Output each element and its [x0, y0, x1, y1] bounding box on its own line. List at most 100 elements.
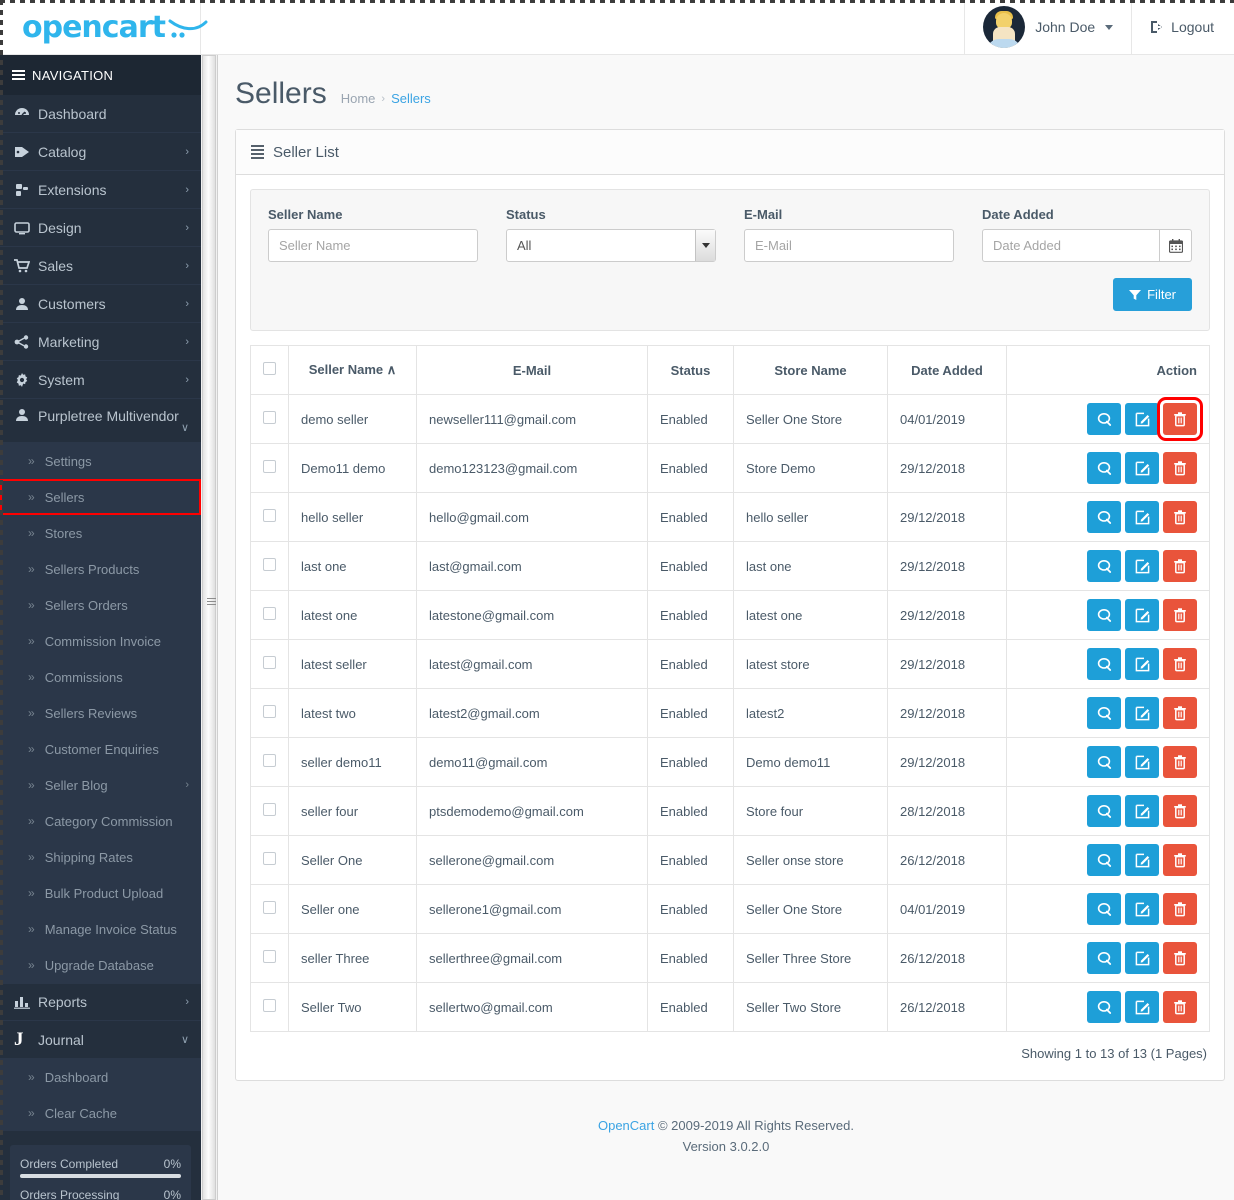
comment-icon-button[interactable]: [1087, 942, 1121, 974]
row-checkbox[interactable]: [263, 607, 276, 620]
sidebar-item-sales[interactable]: Sales ›: [0, 247, 201, 285]
row-checkbox[interactable]: [263, 705, 276, 718]
comment-icon-button[interactable]: [1087, 844, 1121, 876]
sidebar-subitem-commission-invoice[interactable]: » Commission Invoice: [0, 623, 201, 659]
comment-icon-button[interactable]: [1087, 452, 1121, 484]
comment-icon-button[interactable]: [1087, 648, 1121, 680]
table-header-row: Seller Name ∧ E-Mail Status Store Name D…: [250, 345, 1210, 395]
sidebar-subitem-commissions[interactable]: » Commissions: [0, 659, 201, 695]
row-checkbox[interactable]: [263, 754, 276, 767]
row-checkbox[interactable]: [263, 411, 276, 424]
sidebar-subitem-journal-clear-cache[interactable]: » Clear Cache: [0, 1095, 201, 1131]
sidebar-item-marketing[interactable]: Marketing ›: [0, 323, 201, 361]
sidebar-scrollbar[interactable]: [201, 55, 218, 1200]
comment-icon-button[interactable]: [1087, 403, 1121, 435]
edit-icon-button[interactable]: [1125, 893, 1159, 925]
seller-name-input[interactable]: [268, 229, 478, 262]
scrollbar-thumb[interactable]: [202, 55, 216, 1200]
column-header-status[interactable]: Status: [647, 345, 734, 395]
comment-icon-button[interactable]: [1087, 697, 1121, 729]
sidebar-item-catalog[interactable]: Catalog ›: [0, 133, 201, 171]
row-checkbox[interactable]: [263, 999, 276, 1012]
user-menu[interactable]: John Doe: [964, 0, 1131, 55]
sidebar-subitem-sellers-orders[interactable]: » Sellers Orders: [0, 587, 201, 623]
logo[interactable]: opencart: [0, 0, 208, 55]
comment-icon-button[interactable]: [1087, 501, 1121, 533]
date-added-input[interactable]: [982, 229, 1161, 262]
sidebar-item-system[interactable]: System ›: [0, 361, 201, 399]
column-header-email[interactable]: E-Mail: [416, 345, 648, 395]
trash-icon-button[interactable]: [1163, 844, 1197, 876]
row-checkbox[interactable]: [263, 558, 276, 571]
sidebar-item-design[interactable]: Design ›: [0, 209, 201, 247]
row-checkbox[interactable]: [263, 656, 276, 669]
comment-icon-button[interactable]: [1087, 746, 1121, 778]
edit-icon-button[interactable]: [1125, 991, 1159, 1023]
sidebar-item-purpletree-multivendor[interactable]: Purpletree Multivendor ∨: [0, 399, 201, 443]
trash-icon-button[interactable]: [1163, 599, 1197, 631]
logout-button[interactable]: Logout: [1131, 0, 1234, 55]
sidebar-subitem-bulk-product-upload[interactable]: » Bulk Product Upload: [0, 875, 201, 911]
sidebar-item-dashboard[interactable]: Dashboard: [0, 95, 201, 133]
sidebar-item-extensions[interactable]: Extensions ›: [0, 171, 201, 209]
sidebar-subitem-upgrade-database[interactable]: » Upgrade Database: [0, 947, 201, 983]
row-checkbox[interactable]: [263, 852, 276, 865]
edit-icon-button[interactable]: [1125, 452, 1159, 484]
column-header-date-added[interactable]: Date Added: [887, 345, 1007, 395]
breadcrumb-home[interactable]: Home: [341, 91, 376, 106]
row-checkbox[interactable]: [263, 950, 276, 963]
edit-icon-button[interactable]: [1125, 697, 1159, 729]
trash-icon-button[interactable]: [1163, 550, 1197, 582]
opencart-link[interactable]: OpenCart: [598, 1118, 654, 1133]
trash-icon-button[interactable]: [1163, 697, 1197, 729]
sidebar-subitem-category-commission[interactable]: » Category Commission: [0, 803, 201, 839]
select-all-checkbox[interactable]: [263, 362, 276, 375]
row-checkbox[interactable]: [263, 803, 276, 816]
trash-icon-button[interactable]: [1163, 991, 1197, 1023]
row-checkbox[interactable]: [263, 901, 276, 914]
sidebar-subitem-settings[interactable]: » Settings: [0, 443, 201, 479]
trash-icon-button[interactable]: [1157, 397, 1203, 441]
breadcrumb-sellers[interactable]: Sellers: [391, 91, 431, 106]
sidebar-subitem-shipping-rates[interactable]: » Shipping Rates: [0, 839, 201, 875]
edit-icon-button[interactable]: [1125, 648, 1159, 680]
sidebar-subitem-sellers-reviews[interactable]: » Sellers Reviews: [0, 695, 201, 731]
edit-icon-button[interactable]: [1125, 844, 1159, 876]
sidebar-subitem-sellers-products[interactable]: » Sellers Products: [0, 551, 201, 587]
sidebar-subitem-stores[interactable]: » Stores: [0, 515, 201, 551]
comment-icon-button[interactable]: [1087, 991, 1121, 1023]
trash-icon-button[interactable]: [1163, 942, 1197, 974]
trash-icon-button[interactable]: [1163, 746, 1197, 778]
edit-icon-button[interactable]: [1125, 501, 1159, 533]
comment-icon-button[interactable]: [1087, 795, 1121, 827]
calendar-icon[interactable]: [1160, 229, 1192, 262]
edit-icon-button[interactable]: [1125, 550, 1159, 582]
filter-button[interactable]: Filter: [1113, 278, 1192, 311]
comment-icon-button[interactable]: [1087, 599, 1121, 631]
status-select[interactable]: AllEnabledDisabled: [506, 229, 716, 262]
column-header-seller-name[interactable]: Seller Name ∧: [288, 345, 417, 395]
sidebar-subitem-sellers[interactable]: » Sellers: [0, 479, 201, 515]
trash-icon-button[interactable]: [1163, 648, 1197, 680]
edit-icon-button[interactable]: [1125, 403, 1159, 435]
sidebar-subitem-customer-enquiries[interactable]: » Customer Enquiries: [0, 731, 201, 767]
sidebar-subitem-seller-blog[interactable]: » Seller Blog ›: [0, 767, 201, 803]
edit-icon-button[interactable]: [1125, 795, 1159, 827]
row-checkbox[interactable]: [263, 460, 276, 473]
row-checkbox[interactable]: [263, 509, 276, 522]
edit-icon-button[interactable]: [1125, 746, 1159, 778]
sidebar-item-journal[interactable]: J Journal ∨: [0, 1021, 201, 1059]
sidebar-item-reports[interactable]: Reports ›: [0, 983, 201, 1021]
sidebar-item-customers[interactable]: Customers ›: [0, 285, 201, 323]
email-input[interactable]: [744, 229, 954, 262]
comment-icon-button[interactable]: [1087, 893, 1121, 925]
trash-icon-button[interactable]: [1163, 795, 1197, 827]
comment-icon-button[interactable]: [1087, 550, 1121, 582]
trash-icon-button[interactable]: [1163, 501, 1197, 533]
sidebar-subitem-manage-invoice-status[interactable]: » Manage Invoice Status: [0, 911, 201, 947]
edit-icon-button[interactable]: [1125, 599, 1159, 631]
edit-icon-button[interactable]: [1125, 942, 1159, 974]
trash-icon-button[interactable]: [1163, 893, 1197, 925]
trash-icon-button[interactable]: [1163, 452, 1197, 484]
sidebar-subitem-journal-dashboard[interactable]: » Dashboard: [0, 1059, 201, 1095]
